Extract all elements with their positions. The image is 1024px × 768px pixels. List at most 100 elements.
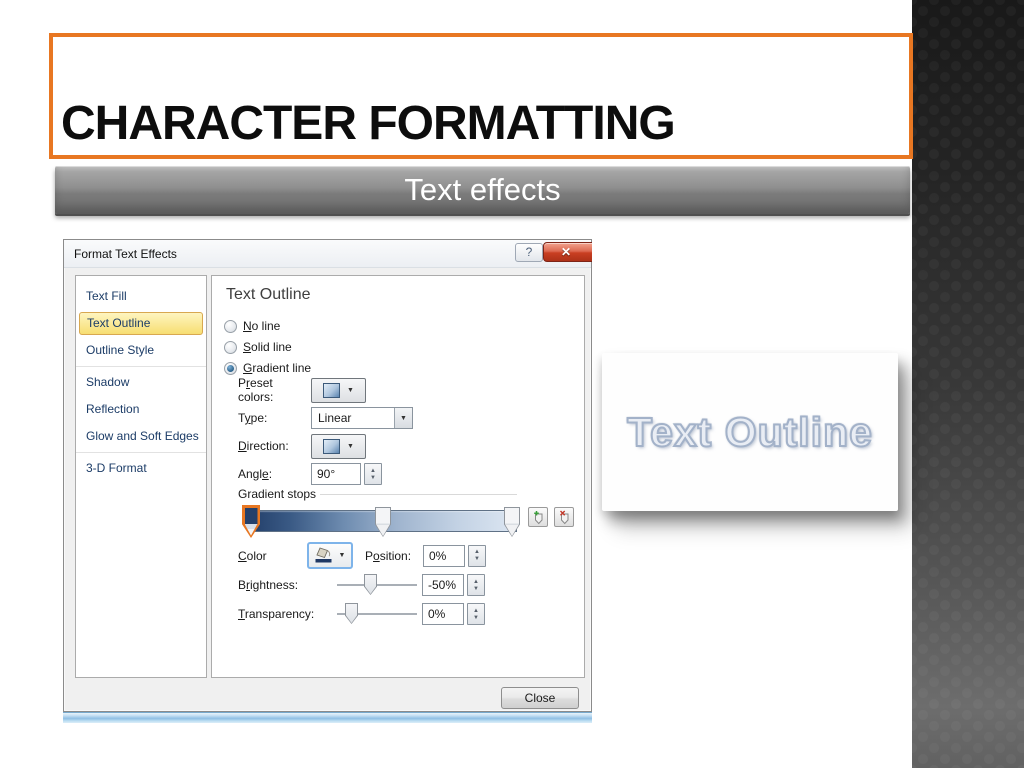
slide-title: CHARACTER FORMATTING	[61, 97, 676, 150]
spin-up-icon[interactable]: ▲	[473, 579, 479, 585]
remove-gradient-stop-button[interactable]	[554, 507, 574, 527]
transparency-value[interactable]: 0%	[422, 603, 464, 625]
radio-icon[interactable]	[224, 340, 237, 354]
chevron-down-icon: ▼	[347, 442, 354, 450]
spin-down-icon[interactable]: ▼	[474, 556, 480, 562]
spinner-arrows[interactable]: ▲ ▼	[467, 574, 485, 596]
label-part: ransparency:	[244, 607, 315, 621]
close-window-button[interactable]: ✕	[543, 242, 592, 262]
type-select-value: Linear	[318, 411, 352, 425]
spinner-arrows[interactable]: ▲ ▼	[467, 603, 485, 625]
slide-side-texture	[912, 0, 1024, 768]
direction-row: Direction: ▼	[238, 433, 366, 459]
transparency-label: Transparency:	[238, 607, 337, 621]
gradient-stops-label: Gradient stops	[238, 487, 317, 501]
spin-down-icon[interactable]: ▼	[370, 475, 376, 481]
direction-label: Direction:	[238, 439, 311, 453]
label-part: P	[365, 548, 374, 563]
spin-down-icon[interactable]: ▼	[473, 615, 479, 621]
label-part: irection:	[246, 439, 289, 453]
label-part: radient line	[252, 361, 312, 375]
spin-up-icon[interactable]: ▲	[473, 608, 479, 614]
label-part: olid line	[251, 340, 292, 354]
label-part: o	[373, 548, 380, 563]
spinner-arrows[interactable]: ▲ ▼	[468, 544, 486, 567]
label-part: T	[238, 607, 245, 621]
spinner-arrows[interactable]: ▲ ▼	[364, 463, 382, 485]
angle-value[interactable]: 90°	[311, 463, 361, 485]
radio-label: No line	[243, 319, 280, 333]
gradient-stop-3[interactable]	[504, 507, 520, 537]
label-part: olor	[246, 548, 267, 563]
radio-no-line[interactable]: No line	[224, 317, 280, 335]
slide-subtitle: Text effects	[404, 172, 561, 207]
label-part: S	[243, 340, 252, 354]
label-part: ightness:	[250, 578, 299, 592]
spin-up-icon[interactable]: ▲	[474, 549, 480, 555]
preset-colors-dropdown[interactable]: ▼	[311, 377, 366, 403]
dialog-nav: Text Fill Text Outline Outline Style Sha…	[75, 275, 207, 678]
radio-label: Solid line	[243, 340, 292, 354]
position-spinner[interactable]: 0% ▲ ▼	[423, 544, 486, 567]
dialog-titlebar[interactable]: Format Text Effects ? ✕	[64, 240, 592, 268]
remove-gradient-stop-icon	[559, 510, 568, 524]
position-value[interactable]: 0%	[423, 544, 465, 567]
spin-up-icon[interactable]: ▲	[370, 468, 376, 474]
radio-icon[interactable]	[224, 319, 237, 333]
nav-item-reflection[interactable]: Reflection	[76, 396, 206, 423]
type-row: Type: Linear ▼	[238, 405, 413, 431]
direction-dropdown[interactable]: ▼	[311, 433, 366, 459]
slide-title-box: CHARACTER FORMATTING	[49, 33, 913, 159]
radio-gradient-line[interactable]: Gradient line	[224, 359, 311, 377]
angle-spinner[interactable]: 90° ▲ ▼	[311, 463, 382, 485]
select-button[interactable]: ▼	[394, 408, 412, 428]
label-part: sition:	[379, 548, 412, 563]
transparency-slider[interactable]	[337, 601, 417, 627]
gradient-stop-2[interactable]	[375, 507, 391, 537]
taskbar-strip	[63, 712, 592, 723]
brightness-spinner[interactable]: -50% ▲ ▼	[422, 574, 485, 596]
dialog-panel: Text Outline No line Solid line Gradient…	[211, 275, 585, 678]
help-button[interactable]: ?	[515, 243, 543, 262]
label-part: D	[238, 439, 247, 453]
radio-checked-icon[interactable]	[224, 361, 237, 375]
dialog-screenshot: Format Text Effects ? ✕ Text Fill Text O…	[63, 239, 592, 723]
nav-item-text-outline[interactable]: Text Outline	[79, 312, 203, 335]
nav-separator	[76, 452, 206, 453]
transparency-spinner[interactable]: 0% ▲ ▼	[422, 603, 485, 625]
fill-color-icon	[315, 546, 335, 566]
label-part: Angl	[238, 467, 263, 481]
nav-item-text-fill[interactable]: Text Fill	[76, 283, 206, 310]
nav-separator	[76, 366, 206, 367]
slider-thumb[interactable]	[364, 574, 377, 595]
slide-subtitle-bar: Text effects	[55, 166, 910, 214]
spin-down-icon[interactable]: ▼	[473, 586, 479, 592]
brightness-slider[interactable]	[337, 572, 417, 598]
nav-item-shadow[interactable]: Shadow	[76, 369, 206, 396]
chevron-down-icon: ▼	[338, 552, 346, 559]
label-part: o line	[251, 319, 281, 333]
close-button[interactable]: Close	[501, 687, 579, 709]
slider-thumb[interactable]	[345, 603, 358, 624]
color-dropdown[interactable]: ▼	[307, 542, 353, 569]
radio-solid-line[interactable]: Solid line	[224, 338, 292, 356]
label-part: B	[238, 578, 247, 592]
color-row: Color ▼ Position: 0% ▲ ▼	[238, 542, 486, 569]
slider-track[interactable]	[337, 584, 417, 586]
gradient-stop-1-selected[interactable]	[242, 505, 260, 538]
add-gradient-stop-button[interactable]	[528, 507, 548, 527]
panel-heading: Text Outline	[226, 286, 311, 303]
label-part: G	[243, 361, 253, 375]
label-part: e	[262, 467, 269, 481]
nav-item-outline-style[interactable]: Outline Style	[76, 337, 206, 364]
nav-item-glow-soft-edges[interactable]: Glow and Soft Edges	[76, 423, 206, 450]
color-label: Color	[238, 549, 307, 563]
position-label: Position:	[365, 549, 414, 563]
brightness-value[interactable]: -50%	[422, 574, 464, 596]
type-label: Type:	[238, 411, 311, 425]
type-select[interactable]: Linear ▼	[311, 407, 413, 429]
angle-label: Angle:	[238, 467, 311, 481]
nav-item-3d-format[interactable]: 3-D Format	[76, 455, 206, 482]
text-outline-sample-card: Text Outline	[602, 353, 898, 511]
group-divider	[320, 494, 517, 495]
